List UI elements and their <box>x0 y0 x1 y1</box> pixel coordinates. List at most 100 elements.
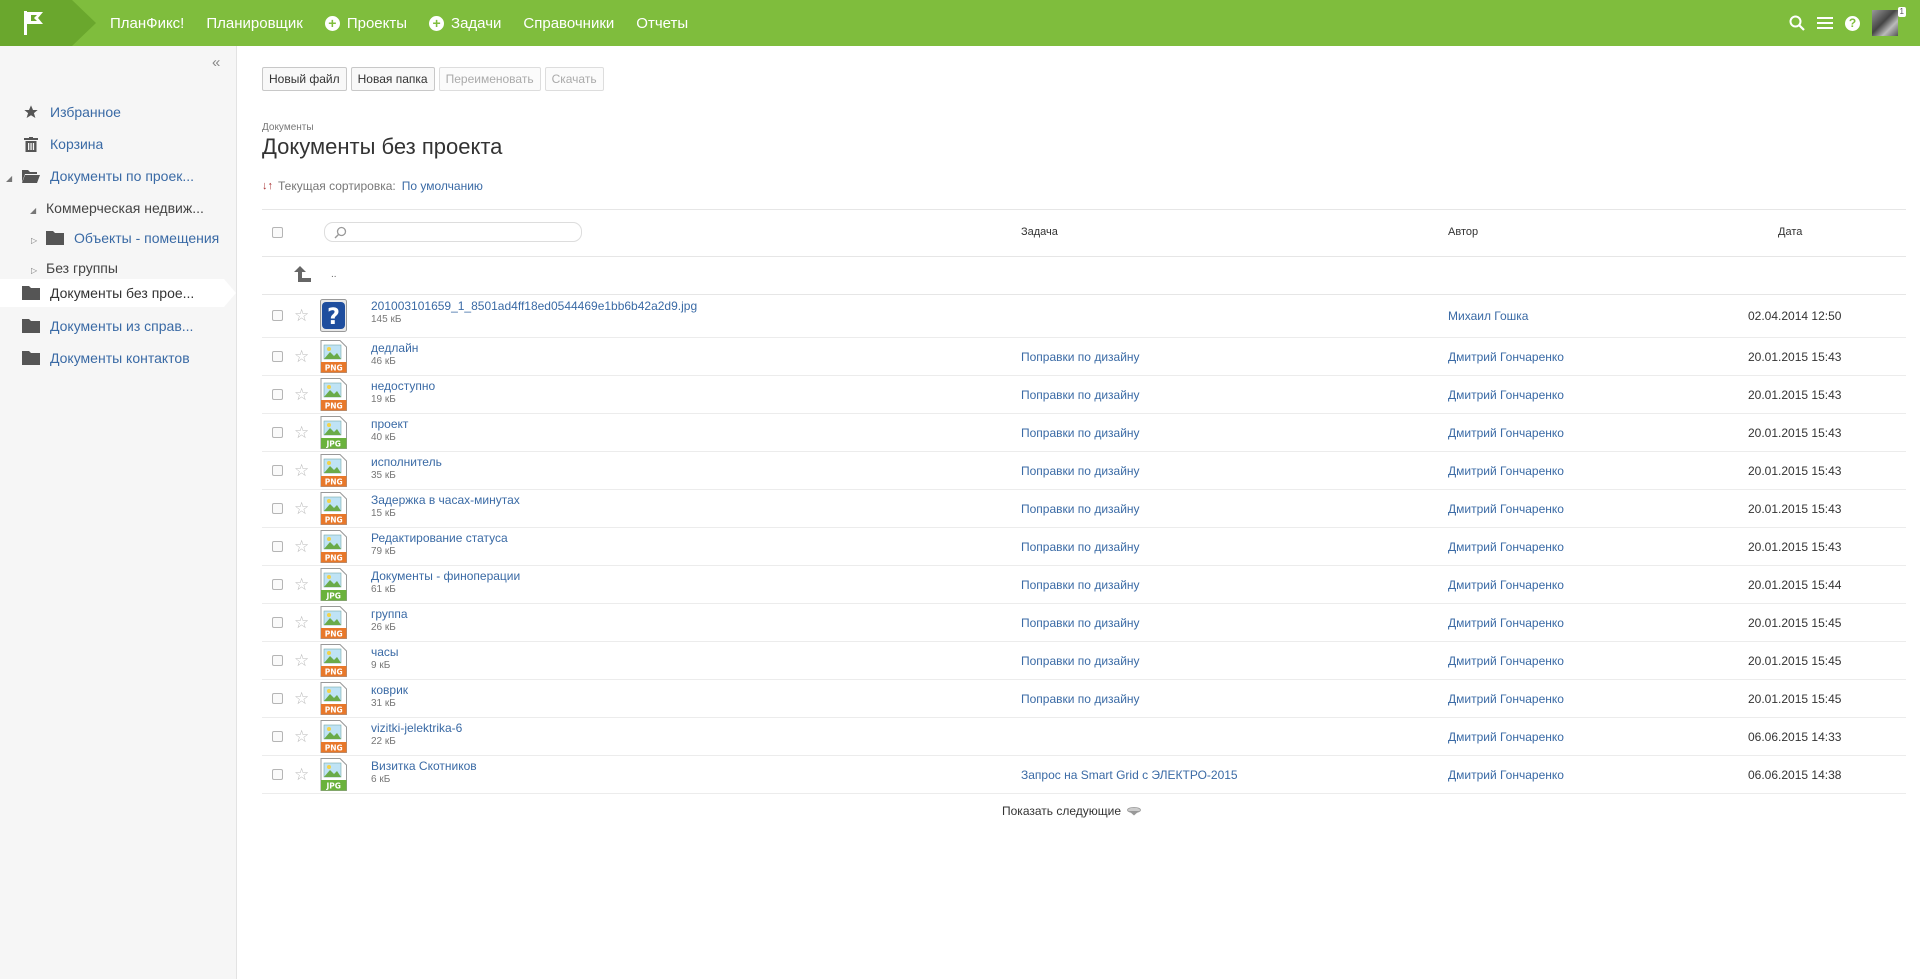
row-checkbox[interactable] <box>272 617 283 628</box>
file-name-link[interactable]: Редактирование статуса <box>371 531 508 545</box>
avatar[interactable]: 1 <box>1872 7 1906 36</box>
select-all-checkbox[interactable] <box>272 227 283 238</box>
nav-projects[interactable]: + Проекты <box>324 15 407 32</box>
column-task[interactable]: Задача <box>1021 226 1058 238</box>
search-icon[interactable] <box>1789 15 1805 31</box>
star-icon[interactable]: ☆ <box>294 538 309 555</box>
file-name-link[interactable]: Документы - финоперации <box>371 569 520 583</box>
collapsed-triangle-icon[interactable]: ▷ <box>31 266 37 275</box>
author-link[interactable]: Дмитрий Гончаренко <box>1448 426 1564 440</box>
search-input[interactable] <box>324 222 582 242</box>
author-link[interactable]: Дмитрий Гончаренко <box>1448 464 1564 478</box>
row-checkbox[interactable] <box>272 310 283 321</box>
author-link[interactable]: Михаил Гошка <box>1448 309 1528 323</box>
show-more-button[interactable]: Показать следующие <box>1002 804 1141 818</box>
file-name-link[interactable]: коврик <box>371 683 408 697</box>
star-icon[interactable]: ☆ <box>294 462 309 479</box>
table-row[interactable]: ☆ PNG коврик 31 кБ Поправки по дизайну Дмитри… <box>262 680 1906 718</box>
row-checkbox[interactable] <box>272 731 283 742</box>
row-checkbox[interactable] <box>272 351 283 362</box>
new-folder-button[interactable]: Новая папка <box>350 67 435 91</box>
nav-directories[interactable]: Справочники <box>523 15 614 32</box>
star-icon[interactable]: ☆ <box>294 500 309 517</box>
task-link[interactable]: Поправки по дизайну <box>1021 464 1140 478</box>
logo[interactable] <box>0 0 72 46</box>
file-name-link[interactable]: группа <box>371 607 408 621</box>
collapse-sidebar-icon[interactable]: « <box>212 54 220 71</box>
author-link[interactable]: Дмитрий Гончаренко <box>1448 388 1564 402</box>
sidebar-item-commercial[interactable]: Коммерческая недвиж... <box>46 194 216 222</box>
help-icon[interactable]: ? <box>1845 15 1860 31</box>
download-button[interactable]: Скачать <box>544 67 604 91</box>
row-checkbox[interactable] <box>272 503 283 514</box>
sidebar-item-no-group[interactable]: Без группы <box>46 254 216 282</box>
row-checkbox[interactable] <box>272 769 283 780</box>
expanded-triangle-icon[interactable]: ◢ <box>6 174 12 183</box>
row-checkbox[interactable] <box>272 541 283 552</box>
table-row[interactable]: ☆ JPG Документы - финоперации 61 кБ Поправки… <box>262 566 1906 604</box>
file-name-link[interactable]: часы <box>371 645 399 659</box>
task-link[interactable]: Поправки по дизайну <box>1021 654 1140 668</box>
author-link[interactable]: Дмитрий Гончаренко <box>1448 654 1564 668</box>
star-icon[interactable]: ☆ <box>294 614 309 631</box>
task-link[interactable]: Поправки по дизайну <box>1021 578 1140 592</box>
column-date[interactable]: Дата <box>1778 226 1802 238</box>
sidebar-item-objects[interactable]: Объекты - помещения <box>46 224 226 252</box>
new-file-button[interactable]: Новый файл <box>262 67 347 91</box>
sidebar-item-project-docs[interactable]: Документы по проек... <box>22 162 212 190</box>
author-link[interactable]: Дмитрий Гончаренко <box>1448 502 1564 516</box>
file-name-link[interactable]: Визитка Скотников <box>371 759 477 773</box>
star-icon[interactable]: ☆ <box>294 766 309 783</box>
table-row[interactable]: ☆ PNG Задержка в часах-минутах 15 кБ Поправк… <box>262 490 1906 528</box>
file-name-link[interactable]: Задержка в часах-минутах <box>371 493 520 507</box>
author-link[interactable]: Дмитрий Гончаренко <box>1448 768 1564 782</box>
task-link[interactable]: Поправки по дизайну <box>1021 388 1140 402</box>
table-row[interactable]: ☆ PNG часы 9 кБ Поправки по дизайну Дмитрий Г… <box>262 642 1906 680</box>
author-link[interactable]: Дмитрий Гончаренко <box>1448 578 1564 592</box>
author-link[interactable]: Дмитрий Гончаренко <box>1448 692 1564 706</box>
rename-button[interactable]: Переименовать <box>438 67 541 91</box>
table-row[interactable]: ☆ PNG дедлайн 46 кБ Поправки по дизайну Дмитр… <box>262 338 1906 376</box>
file-name-link[interactable]: дедлайн <box>371 341 418 355</box>
star-icon[interactable]: ☆ <box>294 348 309 365</box>
plus-circle-icon[interactable]: + <box>324 15 340 31</box>
table-row[interactable]: ☆ PNG исполнитель 35 кБ Поправки по дизайну Д… <box>262 452 1906 490</box>
star-icon[interactable]: ☆ <box>294 576 309 593</box>
task-link[interactable]: Запрос на Smart Grid с ЭЛЕКТРО-2015 <box>1021 768 1238 782</box>
task-link[interactable]: Поправки по дизайну <box>1021 426 1140 440</box>
task-link[interactable]: Поправки по дизайну <box>1021 540 1140 554</box>
star-icon[interactable]: ☆ <box>294 424 309 441</box>
sidebar-item-trash[interactable]: Корзина <box>22 130 222 158</box>
level-up-icon[interactable] <box>294 266 312 283</box>
row-checkbox[interactable] <box>272 655 283 666</box>
table-row[interactable]: ☆ PNG недоступно 19 кБ Поправки по дизайну Дм… <box>262 376 1906 414</box>
menu-icon[interactable] <box>1817 16 1833 30</box>
sidebar-item-favorites[interactable]: Избранное <box>22 98 222 126</box>
row-checkbox[interactable] <box>272 579 283 590</box>
table-row[interactable]: ☆ PNG vizitki-jelektrika-6 22 кБ Дмитрий Гон… <box>262 718 1906 756</box>
table-row[interactable]: ☆ JPG проект 40 кБ Поправки по дизайну Дмитри… <box>262 414 1906 452</box>
star-icon[interactable]: ☆ <box>294 690 309 707</box>
nav-reports[interactable]: Отчеты <box>636 15 688 32</box>
collapsed-triangle-icon[interactable]: ▷ <box>31 236 37 245</box>
row-checkbox[interactable] <box>272 389 283 400</box>
sidebar-item-no-project-docs[interactable]: Документы без прое... <box>0 279 236 307</box>
nav-planner[interactable]: Планировщик <box>206 15 302 32</box>
author-link[interactable]: Дмитрий Гончаренко <box>1448 540 1564 554</box>
file-name-link[interactable]: проект <box>371 417 408 431</box>
star-icon[interactable]: ☆ <box>294 652 309 669</box>
sort-value-link[interactable]: По умолчанию <box>402 179 483 193</box>
task-link[interactable]: Поправки по дизайну <box>1021 616 1140 630</box>
star-icon[interactable]: ☆ <box>294 728 309 745</box>
author-link[interactable]: Дмитрий Гончаренко <box>1448 616 1564 630</box>
nav-tasks[interactable]: + Задачи <box>429 15 501 32</box>
row-checkbox[interactable] <box>272 465 283 476</box>
nav-brand[interactable]: ПланФикс! <box>110 15 184 32</box>
file-name-link[interactable]: vizitki-jelektrika-6 <box>371 721 462 735</box>
breadcrumb[interactable]: Документы <box>262 122 314 133</box>
task-link[interactable]: Поправки по дизайну <box>1021 502 1140 516</box>
file-name-link[interactable]: 201003101659_1_8501ad4ff18ed0544469e1bb6… <box>371 299 697 313</box>
up-level-row[interactable]: .. <box>262 255 1906 295</box>
author-link[interactable]: Дмитрий Гончаренко <box>1448 730 1564 744</box>
row-checkbox[interactable] <box>272 693 283 704</box>
